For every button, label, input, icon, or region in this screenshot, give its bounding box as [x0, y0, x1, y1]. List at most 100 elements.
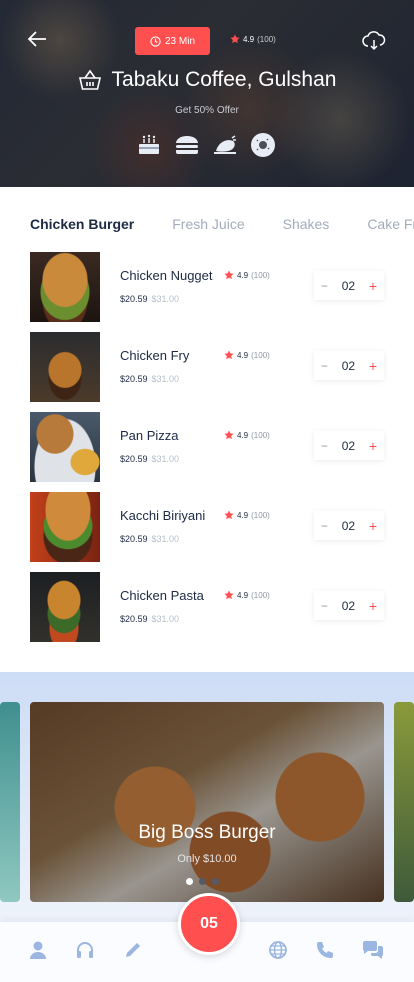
- quantity-value: 02: [341, 358, 356, 373]
- star-icon: [224, 350, 234, 360]
- old-price: $31.00: [151, 614, 180, 624]
- quantity-value: 02: [341, 438, 356, 453]
- plus-button[interactable]: +: [369, 278, 377, 294]
- item-rating: 4.9 (100): [224, 350, 270, 360]
- item-image: [30, 332, 100, 402]
- minus-button[interactable]: −: [321, 519, 328, 533]
- item-image: [30, 572, 100, 642]
- minus-button[interactable]: −: [321, 359, 328, 373]
- promo-card[interactable]: [30, 702, 384, 902]
- price: $20.59: [120, 294, 148, 304]
- plus-button[interactable]: +: [369, 358, 377, 374]
- headphones-icon[interactable]: [75, 940, 97, 962]
- rating-count: (100): [251, 270, 270, 280]
- rating-count: (100): [257, 34, 276, 44]
- quantity-stepper: − 02 +: [314, 511, 384, 540]
- item-image: [30, 492, 100, 562]
- cake-icon[interactable]: [136, 132, 162, 158]
- item-name: Chicken Nugget: [120, 268, 213, 283]
- minus-button[interactable]: −: [321, 279, 328, 293]
- carousel-dots: [186, 878, 219, 885]
- pencil-icon[interactable]: [123, 940, 145, 962]
- list-item[interactable]: Chicken Fry 4.9 (100) $20.59 $31.00 − 02 …: [0, 332, 414, 402]
- old-price: $31.00: [151, 294, 180, 304]
- price: $20.59: [120, 614, 148, 624]
- list-item[interactable]: Kacchi Biriyani 4.9 (100) $20.59 $31.00 −…: [0, 492, 414, 562]
- item-image: [30, 412, 100, 482]
- clock-icon: [150, 35, 161, 47]
- star-icon: [224, 510, 234, 520]
- category-tabs: Chicken Burger Fresh Juice Shakes Cake F…: [30, 216, 414, 232]
- item-rating: 4.9 (100): [224, 590, 270, 600]
- rating-value: 4.9: [237, 430, 249, 440]
- price: $20.59: [120, 374, 148, 384]
- cloud-download-icon[interactable]: [362, 30, 386, 52]
- chicken-leg-icon[interactable]: [212, 132, 238, 158]
- item-rating: 4.9 (100): [224, 270, 270, 280]
- chat-icon[interactable]: [362, 940, 384, 962]
- quantity-value: 02: [341, 598, 356, 613]
- tab-chicken-burger[interactable]: Chicken Burger: [30, 216, 134, 232]
- globe-icon[interactable]: [268, 940, 290, 962]
- phone-icon[interactable]: [315, 940, 337, 962]
- old-price: $31.00: [151, 454, 180, 464]
- quantity-stepper: − 02 +: [314, 351, 384, 380]
- offer-text: Get 50% Offer: [175, 105, 239, 116]
- item-rating: 4.9 (100): [224, 510, 270, 520]
- category-icons: [136, 132, 276, 158]
- list-item[interactable]: Chicken Nugget 4.9 (100) $20.59 $31.00 − …: [0, 252, 414, 322]
- item-image: [30, 252, 100, 322]
- star-icon: [224, 430, 234, 440]
- item-name: Pan Pizza: [120, 428, 179, 443]
- carousel-dot[interactable]: [199, 878, 206, 885]
- minus-button[interactable]: −: [321, 439, 328, 453]
- tab-cake-fries[interactable]: Cake Fries: [367, 216, 414, 232]
- burger-icon[interactable]: [174, 132, 200, 158]
- restaurant-header: 23 Min 4.9 (100) Tabaku Coffee, Gulshan …: [0, 0, 414, 187]
- star-icon: [224, 270, 234, 280]
- promo-card-previous[interactable]: [0, 702, 20, 902]
- item-price: $20.59 $31.00: [120, 374, 179, 384]
- rating-value: 4.9: [243, 34, 255, 44]
- carousel-dot[interactable]: [212, 878, 219, 885]
- plus-button[interactable]: +: [369, 518, 377, 534]
- restaurant-title-row: Tabaku Coffee, Gulshan: [0, 68, 414, 92]
- price: $20.59: [120, 454, 148, 464]
- plus-button[interactable]: +: [369, 438, 377, 454]
- quantity-value: 02: [341, 278, 356, 293]
- item-price: $20.59 $31.00: [120, 294, 179, 304]
- quantity-stepper: − 02 +: [314, 431, 384, 460]
- tab-shakes[interactable]: Shakes: [283, 216, 330, 232]
- list-item[interactable]: Chicken Pasta 4.9 (100) $20.59 $31.00 − 0…: [0, 572, 414, 642]
- item-rating: 4.9 (100): [224, 430, 270, 440]
- quantity-stepper: − 02 +: [314, 591, 384, 620]
- rating-value: 4.9: [237, 510, 249, 520]
- promo-subtitle: Only $10.00: [177, 853, 237, 865]
- list-item[interactable]: Pan Pizza 4.9 (100) $20.59 $31.00 − 02 +: [0, 412, 414, 482]
- plus-button[interactable]: +: [369, 598, 377, 614]
- item-price: $20.59 $31.00: [120, 614, 179, 624]
- rating-count: (100): [251, 350, 270, 360]
- basket-icon: [78, 69, 101, 90]
- promo-card-next[interactable]: [394, 702, 414, 902]
- carousel-dot-active[interactable]: [186, 878, 193, 885]
- user-icon[interactable]: [28, 940, 50, 962]
- cart-count-button[interactable]: 05: [178, 893, 240, 955]
- back-arrow-icon[interactable]: [26, 28, 52, 52]
- delivery-time-badge: 23 Min: [135, 27, 210, 55]
- delivery-time: 23 Min: [164, 35, 195, 47]
- donut-icon[interactable]: [250, 132, 276, 158]
- rating-count: (100): [251, 430, 270, 440]
- restaurant-rating: 4.9 (100): [230, 34, 276, 44]
- tab-fresh-juice[interactable]: Fresh Juice: [172, 216, 244, 232]
- promo-title: Big Boss Burger: [138, 822, 276, 843]
- rating-value: 4.9: [237, 270, 249, 280]
- price: $20.59: [120, 534, 148, 544]
- minus-button[interactable]: −: [321, 599, 328, 613]
- rating-value: 4.9: [237, 590, 249, 600]
- rating-count: (100): [251, 590, 270, 600]
- item-name: Kacchi Biriyani: [120, 508, 206, 523]
- rating-count: (100): [251, 510, 270, 520]
- quantity-value: 02: [341, 518, 356, 533]
- item-price: $20.59 $31.00: [120, 534, 179, 544]
